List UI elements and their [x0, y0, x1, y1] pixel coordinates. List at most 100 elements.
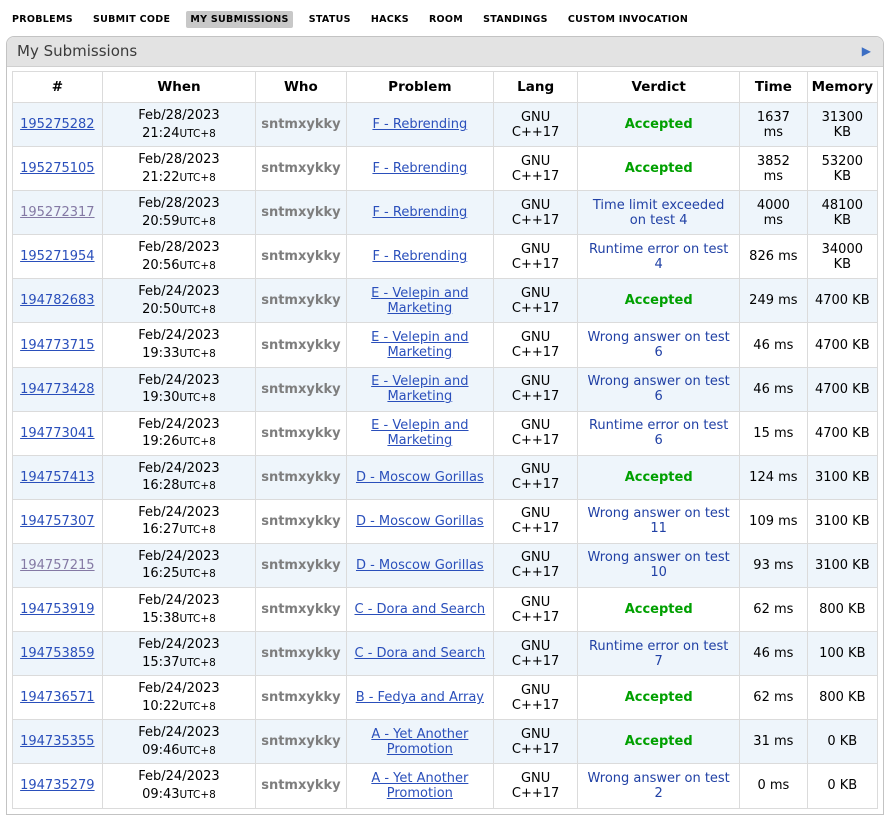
cell-memory: 4700 KB	[807, 411, 877, 455]
submission-time: 20:59	[142, 214, 179, 229]
submission-problem-link[interactable]: F - Rebrending	[372, 117, 467, 132]
submission-problem-link[interactable]: E - Velepin and Marketing	[371, 418, 468, 448]
submission-problem-link[interactable]: E - Velepin and Marketing	[371, 374, 468, 404]
cell-time: 31 ms	[740, 720, 807, 764]
cell-lang: GNU C++17	[494, 632, 578, 676]
submission-id-link[interactable]: 194735355	[20, 734, 94, 749]
submission-problem-link[interactable]: F - Rebrending	[372, 205, 467, 220]
cell-who: sntmxykky	[256, 367, 346, 411]
submission-exec-time: 1637 ms	[757, 110, 790, 140]
submission-problem-link[interactable]: C - Dora and Search	[354, 646, 485, 661]
submission-problem-link[interactable]: C - Dora and Search	[354, 602, 485, 617]
submission-id-link[interactable]: 195275105	[20, 161, 94, 176]
submission-verdict: Runtime error on test 6	[589, 418, 728, 448]
submission-verdict: Wrong answer on test 6	[588, 330, 730, 360]
nav-item-status[interactable]: STATUS	[305, 11, 355, 28]
submission-id-link[interactable]: 194736571	[20, 690, 94, 705]
submission-id-link[interactable]: 195275282	[20, 117, 94, 132]
submission-lang: GNU C++17	[512, 550, 559, 580]
submission-problem-link[interactable]: A - Yet Another Promotion	[371, 727, 468, 757]
submission-who-link[interactable]: sntmxykky	[261, 249, 340, 264]
submission-id-link[interactable]: 194753919	[20, 602, 94, 617]
submission-date: Feb/28/2023	[108, 195, 251, 213]
cell-time: 124 ms	[740, 455, 807, 499]
submission-id-link[interactable]: 194773041	[20, 426, 94, 441]
submission-problem-link[interactable]: E - Velepin and Marketing	[371, 330, 468, 360]
submission-tz: UTC+8	[180, 392, 216, 404]
submission-verdict: Runtime error on test 4	[589, 242, 728, 272]
submission-who-link[interactable]: sntmxykky	[261, 734, 340, 749]
nav-item-submit-code[interactable]: SUBMIT CODE	[89, 11, 174, 28]
submission-who-link[interactable]: sntmxykky	[261, 426, 340, 441]
nav-item-my-submissions[interactable]: MY SUBMISSIONS	[186, 11, 292, 28]
nav-item-room[interactable]: ROOM	[425, 11, 467, 28]
cell-lang: GNU C++17	[494, 720, 578, 764]
expand-arrow-icon[interactable]: ▶	[862, 45, 873, 57]
submission-time: 10:22	[142, 699, 179, 714]
cell-time: 1637 ms	[740, 103, 807, 147]
nav-item-hacks[interactable]: HACKS	[367, 11, 413, 28]
page-title: My Submissions	[17, 42, 137, 60]
submission-who-link[interactable]: sntmxykky	[261, 514, 340, 529]
submission-problem-link[interactable]: F - Rebrending	[372, 161, 467, 176]
cell-memory: 4700 KB	[807, 367, 877, 411]
submission-id-link[interactable]: 194773428	[20, 382, 94, 397]
submission-problem-link[interactable]: D - Moscow Gorillas	[356, 558, 484, 573]
submission-id-link[interactable]: 194757413	[20, 470, 94, 485]
submission-id-link[interactable]: 194757307	[20, 514, 94, 529]
submission-id-link[interactable]: 194735279	[20, 778, 94, 793]
submissions-table: # When Who Problem Lang Verdict Time Mem…	[12, 71, 878, 809]
submission-id-link[interactable]: 194753859	[20, 646, 94, 661]
submission-exec-time: 124 ms	[749, 470, 797, 485]
submission-who-link[interactable]: sntmxykky	[261, 646, 340, 661]
submission-tz: UTC+8	[180, 524, 216, 536]
submission-id-link[interactable]: 195272317	[20, 205, 94, 220]
cell-time: 249 ms	[740, 279, 807, 323]
submission-exec-time: 826 ms	[749, 249, 797, 264]
submission-problem-link[interactable]: A - Yet Another Promotion	[371, 771, 468, 801]
submission-who-link[interactable]: sntmxykky	[261, 382, 340, 397]
submission-date: Feb/24/2023	[108, 636, 251, 654]
submission-who-link[interactable]: sntmxykky	[261, 690, 340, 705]
cell-verdict: Time limit exceeded on test 4	[578, 191, 740, 235]
submission-who-link[interactable]: sntmxykky	[261, 778, 340, 793]
submission-id-link[interactable]: 194757215	[20, 558, 94, 573]
nav-item-custom-invocation[interactable]: CUSTOM INVOCATION	[564, 11, 692, 28]
submission-id-link[interactable]: 194782683	[20, 293, 94, 308]
submission-problem-link[interactable]: B - Fedya and Array	[356, 690, 484, 705]
submission-tz: UTC+8	[180, 568, 216, 580]
submission-problem-link[interactable]: F - Rebrending	[372, 249, 467, 264]
submission-time: 19:26	[142, 434, 179, 449]
submission-who-link[interactable]: sntmxykky	[261, 161, 340, 176]
submission-tz: UTC+8	[180, 789, 216, 801]
cell-id: 194757215	[13, 543, 103, 587]
submission-problem-link[interactable]: D - Moscow Gorillas	[356, 514, 484, 529]
submission-lang: GNU C++17	[512, 595, 559, 625]
submission-who-link[interactable]: sntmxykky	[261, 205, 340, 220]
table-row: 195271954 Feb/28/2023 20:56UTC+8 sntmxyk…	[13, 235, 878, 279]
submission-who-link[interactable]: sntmxykky	[261, 602, 340, 617]
submission-id-link[interactable]: 195271954	[20, 249, 94, 264]
submission-tz: UTC+8	[180, 480, 216, 492]
submission-who-link[interactable]: sntmxykky	[261, 558, 340, 573]
submission-exec-time: 15 ms	[753, 426, 793, 441]
submission-who-link[interactable]: sntmxykky	[261, 293, 340, 308]
submission-who-link[interactable]: sntmxykky	[261, 117, 340, 132]
submission-problem-link[interactable]: E - Velepin and Marketing	[371, 286, 468, 316]
nav-item-standings[interactable]: STANDINGS	[479, 11, 552, 28]
submission-id-link[interactable]: 194773715	[20, 338, 94, 353]
submission-tz: UTC+8	[180, 304, 216, 316]
cell-id: 195275105	[13, 147, 103, 191]
submission-memory: 0 KB	[827, 778, 857, 793]
submission-date: Feb/24/2023	[108, 548, 251, 566]
table-header-row: # When Who Problem Lang Verdict Time Mem…	[13, 72, 878, 103]
cell-lang: GNU C++17	[494, 279, 578, 323]
nav-item-problems[interactable]: PROBLEMS	[8, 11, 77, 28]
submission-who-link[interactable]: sntmxykky	[261, 470, 340, 485]
cell-when: Feb/24/2023 16:27UTC+8	[102, 499, 256, 543]
submission-tz: UTC+8	[180, 613, 216, 625]
submission-verdict: Wrong answer on test 6	[588, 374, 730, 404]
submission-problem-link[interactable]: D - Moscow Gorillas	[356, 470, 484, 485]
submission-who-link[interactable]: sntmxykky	[261, 338, 340, 353]
submission-verdict: Accepted	[625, 734, 693, 749]
